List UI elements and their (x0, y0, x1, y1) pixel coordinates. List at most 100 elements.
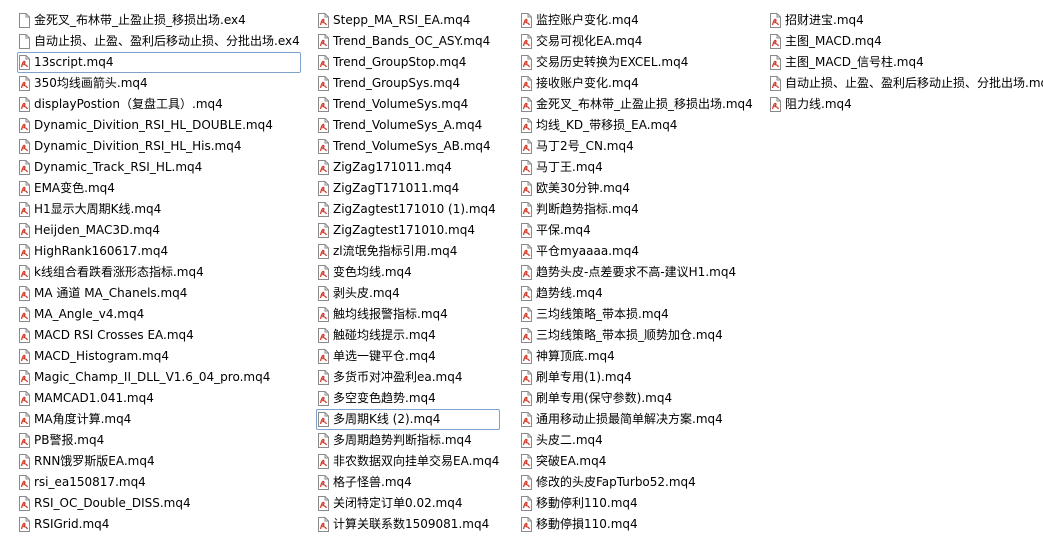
file-name: Trend_VolumeSys.mq4 (333, 97, 469, 111)
file-item[interactable]: 头皮二.mq4 (519, 430, 754, 451)
file-item[interactable]: Trend_VolumeSys_A.mq4 (316, 115, 500, 136)
file-item[interactable]: MA_Angle_v4.mq4 (17, 304, 301, 325)
file-item[interactable]: 13script.mq4 (17, 52, 301, 73)
file-item[interactable]: 金死叉_布林带_止盈止损_移损出场.mq4 (519, 94, 754, 115)
mq4-file-icon (521, 475, 532, 490)
file-item[interactable]: 移動停損110.mq4 (519, 514, 754, 535)
file-item[interactable]: 关闭特定订单0.02.mq4 (316, 493, 500, 514)
file-item[interactable]: 多周期趋势判断指标.mq4 (316, 430, 500, 451)
file-column-3: 监控账户变化.mq4 交易可视化EA.mq4 交易历史转换为EXCEL.mq4 接收账… (519, 10, 754, 535)
file-item[interactable]: EMA变色.mq4 (17, 178, 301, 199)
file-item[interactable]: Stepp_MA_RSI_EA.mq4 (316, 10, 500, 31)
file-name: 刷单专用(1).mq4 (536, 370, 632, 384)
file-item[interactable]: 通用移动止损最简单解决方案.mq4 (519, 409, 754, 430)
file-item[interactable]: MACD_Histogram.mq4 (17, 346, 301, 367)
file-item[interactable]: 趋势线.mq4 (519, 283, 754, 304)
file-item[interactable]: H1显示大周期K线.mq4 (17, 199, 301, 220)
file-item[interactable]: 交易可视化EA.mq4 (519, 31, 754, 52)
file-item[interactable]: 自动止损、止盈、盈利后移动止损、分批出场.mq4 (768, 73, 1043, 94)
file-item[interactable]: 阻力线.mq4 (768, 94, 1043, 115)
file-item[interactable]: 格子怪兽.mq4 (316, 472, 500, 493)
file-item[interactable]: Magic_Champ_II_DLL_V1.6_04_pro.mq4 (17, 367, 301, 388)
file-name: 平仓myaaaa.mq4 (536, 244, 639, 258)
file-item[interactable]: 剥头皮.mq4 (316, 283, 500, 304)
file-name: 移動停利110.mq4 (536, 496, 638, 510)
file-item[interactable]: 平仓myaaaa.mq4 (519, 241, 754, 262)
file-item[interactable]: 非农数据双向挂单交易EA.mq4 (316, 451, 500, 472)
file-column-1: 金死叉_布林带_止盈止损_移损出场.ex4 自动止损、止盈、盈利后移动止损、分批出… (17, 10, 301, 535)
file-item[interactable]: 变色均线.mq4 (316, 262, 500, 283)
mq4-file-icon (19, 223, 30, 238)
file-item[interactable]: RSI_OC_Double_DISS.mq4 (17, 493, 301, 514)
file-item[interactable]: MA 通道 MA_Chanels.mq4 (17, 283, 301, 304)
file-item[interactable]: Heijden_MAC3D.mq4 (17, 220, 301, 241)
file-item[interactable]: 主图_MACD_信号柱.mq4 (768, 52, 1043, 73)
file-item[interactable]: Dynamic_Divition_RSI_HL_His.mq4 (17, 136, 301, 157)
file-item[interactable]: 金死叉_布林带_止盈止损_移损出场.ex4 (17, 10, 301, 31)
file-item[interactable]: k线组合看跌看涨形态指标.mq4 (17, 262, 301, 283)
file-item[interactable]: Trend_VolumeSys_AB.mq4 (316, 136, 500, 157)
file-item[interactable]: 平保.mq4 (519, 220, 754, 241)
file-item[interactable]: 多周期K线 (2).mq4 (316, 409, 501, 430)
file-item[interactable]: Dynamic_Track_RSI_HL.mq4 (17, 157, 301, 178)
file-item[interactable]: displayPostion（复盘工具）.mq4 (17, 94, 301, 115)
blank-file-icon (19, 34, 30, 49)
file-item[interactable]: MACD RSI Crosses EA.mq4 (17, 325, 301, 346)
file-item[interactable]: Trend_Bands_OC_ASY.mq4 (316, 31, 500, 52)
mq4-file-icon (318, 454, 329, 469)
file-item[interactable]: 修改的头皮FapTurbo52.mq4 (519, 472, 754, 493)
file-item[interactable]: 刷单专用(保守参数).mq4 (519, 388, 754, 409)
mq4-file-icon (19, 391, 30, 406)
file-item[interactable]: zl流氓免指标引用.mq4 (316, 241, 500, 262)
file-item[interactable]: 计算关联系数1509081.mq4 (316, 514, 500, 535)
file-item[interactable]: 多货币对冲盈利ea.mq4 (316, 367, 500, 388)
file-item[interactable]: PB警报.mq4 (17, 430, 301, 451)
file-item[interactable]: 马丁王.mq4 (519, 157, 754, 178)
mq4-file-icon (521, 181, 532, 196)
file-item[interactable]: 触碰均线提示.mq4 (316, 325, 500, 346)
file-item[interactable]: Trend_GroupSys.mq4 (316, 73, 500, 94)
file-item[interactable]: 触均线报警指标.mq4 (316, 304, 500, 325)
file-item[interactable]: rsi_ea150817.mq4 (17, 472, 301, 493)
file-item[interactable]: Trend_GroupStop.mq4 (316, 52, 500, 73)
mq4-file-icon (521, 328, 532, 343)
file-item[interactable]: 监控账户变化.mq4 (519, 10, 754, 31)
file-item[interactable]: ZigZag171011.mq4 (316, 157, 500, 178)
file-item[interactable]: 三均线策略_带本损.mq4 (519, 304, 754, 325)
file-item[interactable]: 马丁2号_CN.mq4 (519, 136, 754, 157)
file-item[interactable]: 单选一键平仓.mq4 (316, 346, 500, 367)
file-name: 变色均线.mq4 (333, 265, 412, 279)
file-item[interactable]: MAMCAD1.041.mq4 (17, 388, 301, 409)
file-item[interactable]: 判断趋势指标.mq4 (519, 199, 754, 220)
file-item[interactable]: 均线_KD_带移损_EA.mq4 (519, 115, 754, 136)
file-item[interactable]: RSIGrid.mq4 (17, 514, 301, 535)
file-name: 自动止损、止盈、盈利后移动止损、分批出场.ex4 (34, 34, 300, 48)
file-item[interactable]: Dynamic_Divition_RSI_HL_DOUBLE.mq4 (17, 115, 301, 136)
file-item[interactable]: HighRank160617.mq4 (17, 241, 301, 262)
file-name: 多周期K线 (2).mq4 (333, 412, 441, 426)
file-item[interactable]: ZigZagtest171010 (1).mq4 (316, 199, 500, 220)
file-item[interactable]: RNN饿罗斯版EA.mq4 (17, 451, 301, 472)
file-name: 接收账户变化.mq4 (536, 76, 639, 90)
file-item[interactable]: ZigZagT171011.mq4 (316, 178, 500, 199)
file-item[interactable]: 神算顶底.mq4 (519, 346, 754, 367)
file-item[interactable]: 多空变色趋势.mq4 (316, 388, 500, 409)
file-item[interactable]: 主图_MACD.mq4 (768, 31, 1043, 52)
file-item[interactable]: 接收账户变化.mq4 (519, 73, 754, 94)
mq4-file-icon (19, 307, 30, 322)
file-item[interactable]: Trend_VolumeSys.mq4 (316, 94, 500, 115)
file-item[interactable]: MA角度计算.mq4 (17, 409, 301, 430)
file-name: 平保.mq4 (536, 223, 591, 237)
file-item[interactable]: 交易历史转换为EXCEL.mq4 (519, 52, 754, 73)
file-item[interactable]: 招财进宝.mq4 (768, 10, 1043, 31)
file-item[interactable]: 刷单专用(1).mq4 (519, 367, 754, 388)
file-item[interactable]: 移動停利110.mq4 (519, 493, 754, 514)
file-name: 三均线策略_带本损.mq4 (536, 307, 669, 321)
file-item[interactable]: 趋势头皮-点差要求不高-建议H1.mq4 (519, 262, 754, 283)
file-item[interactable]: 突破EA.mq4 (519, 451, 754, 472)
file-item[interactable]: 350均线画箭头.mq4 (17, 73, 301, 94)
file-item[interactable]: ZigZagtest171010.mq4 (316, 220, 500, 241)
file-item[interactable]: 自动止损、止盈、盈利后移动止损、分批出场.ex4 (17, 31, 301, 52)
file-item[interactable]: 欧美30分钟.mq4 (519, 178, 754, 199)
file-item[interactable]: 三均线策略_带本损_顺势加仓.mq4 (519, 325, 754, 346)
